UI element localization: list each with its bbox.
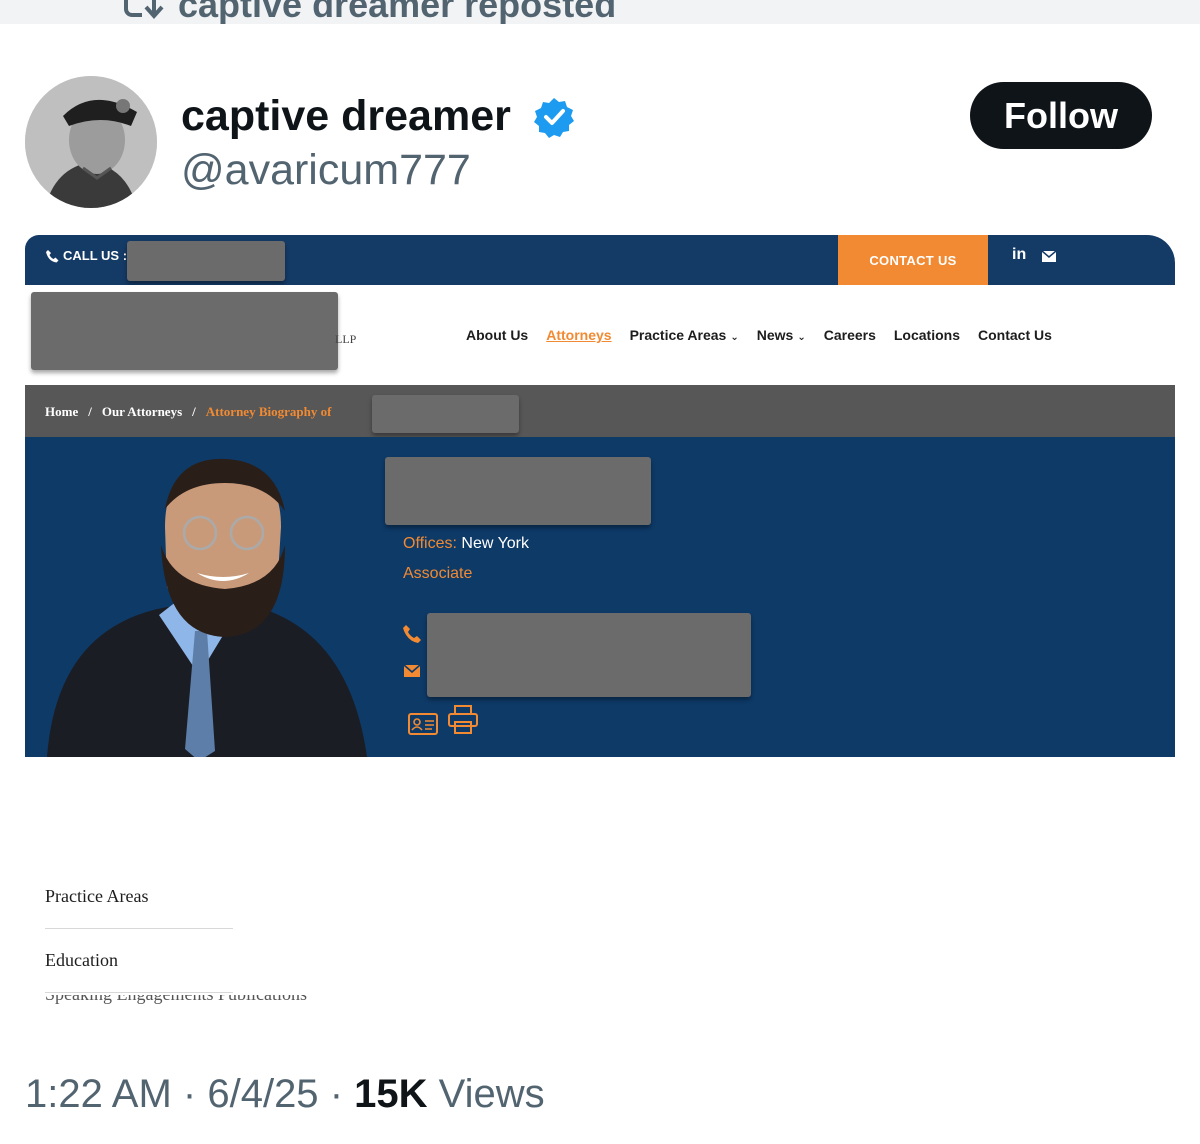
verified-badge-icon xyxy=(534,98,574,138)
chevron-down-icon: ⌄ xyxy=(730,332,739,343)
redaction-logo xyxy=(31,292,338,370)
nav-practice-areas[interactable]: Practice Areas ⌄ xyxy=(630,327,739,343)
offices: Offices: New York xyxy=(403,535,529,553)
menu-item-practice-areas[interactable]: Practice Areas xyxy=(45,865,233,929)
profile-section-menu: Practice Areas Education xyxy=(45,865,233,993)
repost-text: captive dreamer reposted xyxy=(178,0,617,24)
avatar[interactable] xyxy=(25,76,157,208)
logo-suffix: LLP xyxy=(335,332,357,346)
post-time[interactable]: 1:22 AM xyxy=(25,1072,172,1116)
nav-news[interactable]: News ⌄ xyxy=(757,327,806,343)
post-date[interactable]: 6/4/25 xyxy=(207,1072,318,1116)
linkedin-icon[interactable]: in xyxy=(1012,246,1026,264)
nav-locations[interactable]: Locations xyxy=(894,327,960,343)
phone-icon xyxy=(46,249,59,262)
repost-bar: captive dreamer reposted xyxy=(0,0,1200,24)
mail-icon xyxy=(403,664,421,677)
nav-contact-us[interactable]: Contact Us xyxy=(978,327,1052,343)
site-topbar: CALL US : CONTACT US in xyxy=(25,235,1175,285)
offices-label: Offices: xyxy=(403,535,457,552)
repost-line[interactable]: captive dreamer reposted xyxy=(120,0,616,24)
chevron-down-icon: ⌄ xyxy=(797,332,806,343)
call-us: CALL US : xyxy=(45,248,127,263)
redaction-contact-details xyxy=(427,613,751,697)
breadcrumb-trail: Home / Our Attorneys / Attorney Biograph… xyxy=(45,404,331,420)
follow-button[interactable]: Follow xyxy=(970,82,1152,149)
post-meta: 1:22 AM · 6/4/25 · 15K Views xyxy=(25,1072,545,1117)
print-icon[interactable] xyxy=(447,705,479,735)
nav-news-label: News xyxy=(756,327,794,343)
breadcrumb-current: Attorney Biography of xyxy=(205,404,332,419)
cutoff-menu-text: Speaking Engagements Publications xyxy=(45,995,565,1005)
attorney-photo xyxy=(47,458,367,757)
attached-image[interactable]: CALL US : CONTACT US in LLP About Us Att… xyxy=(25,235,1175,1005)
breadcrumb-attorneys[interactable]: Our Attorneys xyxy=(102,404,182,420)
vcard-icon[interactable] xyxy=(408,713,438,735)
contact-us-button[interactable]: CONTACT US xyxy=(838,235,988,285)
call-us-label: CALL US : xyxy=(63,248,128,263)
author-name[interactable]: captive dreamer xyxy=(181,92,511,141)
redaction-breadcrumb-name xyxy=(372,395,519,433)
views-label: Views xyxy=(438,1072,545,1116)
nav-careers[interactable]: Careers xyxy=(824,327,876,343)
author-handle[interactable]: @avaricum777 xyxy=(181,146,471,195)
menu-item-education[interactable]: Education xyxy=(45,929,233,993)
site-nav: About Us Attorneys Practice Areas ⌄ News ⌄… xyxy=(466,327,1052,343)
nav-attorneys[interactable]: Attorneys xyxy=(546,327,611,343)
cutoff-menu-label: Speaking Engagements Publications xyxy=(45,995,307,1004)
offices-value[interactable]: New York xyxy=(461,535,529,552)
views-count: 15K xyxy=(354,1072,428,1116)
breadcrumb-home[interactable]: Home xyxy=(45,404,78,420)
breadcrumb-separator: / xyxy=(88,404,92,419)
meta-separator: · xyxy=(182,1072,197,1116)
avatar-photo xyxy=(25,76,157,208)
attorney-role: Associate xyxy=(403,565,473,582)
attorney-profile: Offices: New York Associate xyxy=(25,437,1175,757)
phone-icon xyxy=(403,625,421,643)
redaction-phone xyxy=(127,241,285,281)
menu-item-label: Practice Areas xyxy=(45,886,149,906)
menu-item-label: Education xyxy=(45,950,118,970)
redaction-attorney-name xyxy=(385,457,651,525)
breadcrumb: Home / Our Attorneys / Attorney Biograph… xyxy=(25,385,1175,437)
repost-icon xyxy=(124,0,164,20)
nav-about-us[interactable]: About Us xyxy=(466,327,528,343)
meta-separator: · xyxy=(329,1072,344,1116)
nav-practice-areas-label: Practice Areas xyxy=(629,327,727,343)
site-nav-row: LLP About Us Attorneys Practice Areas ⌄ N… xyxy=(25,285,1175,385)
mail-icon[interactable] xyxy=(1040,247,1058,265)
breadcrumb-separator: / xyxy=(192,404,196,419)
